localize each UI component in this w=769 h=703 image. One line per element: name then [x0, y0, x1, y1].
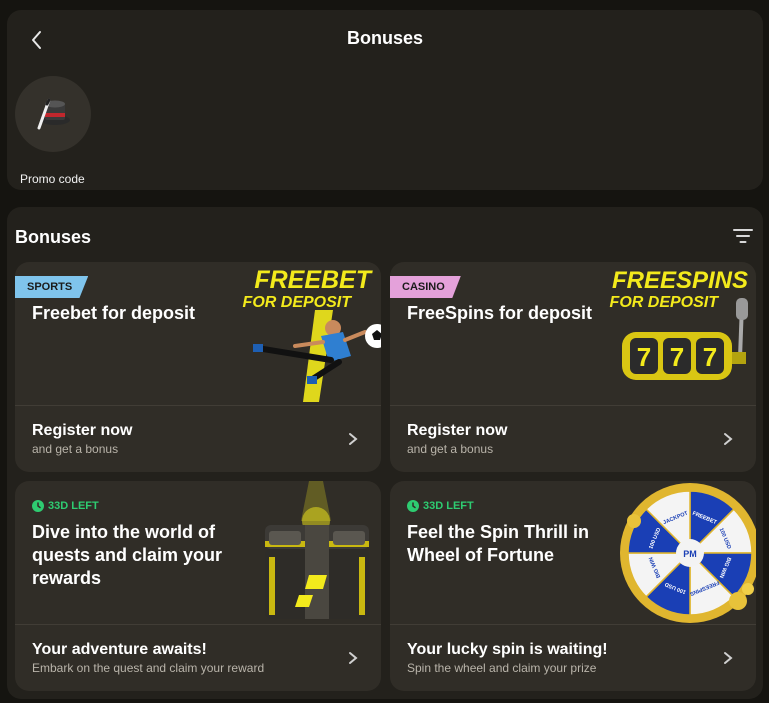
- svg-text:FOR DEPOSIT: FOR DEPOSIT: [243, 294, 353, 311]
- time-left-badge: 33D LEFT: [407, 500, 474, 512]
- cta-title: Your adventure awaits!: [32, 641, 207, 658]
- freespins-promo-art: FREESPINS FOR DEPOSIT 7 7 7: [610, 267, 748, 380]
- filter-icon: [733, 229, 753, 243]
- promo-code-label: Promo code: [20, 172, 85, 186]
- chevron-right-icon: [724, 433, 733, 445]
- category-badge-casino: CASINO: [390, 276, 461, 298]
- svg-text:PM: PM: [683, 549, 697, 559]
- svg-text:7: 7: [670, 342, 684, 372]
- clock-icon: [32, 500, 44, 512]
- freebet-promo-art: FREEBET FOR DEPOSIT: [243, 266, 381, 402]
- bonus-title: Freebet for deposit: [32, 303, 196, 323]
- section-title: Bonuses: [15, 227, 92, 247]
- promo-code-icon-circle: [15, 76, 91, 152]
- bonus-title-line-2: quests and claim your: [32, 545, 223, 565]
- svg-text:7: 7: [703, 342, 717, 372]
- cta-subtitle: Embark on the quest and claim your rewar…: [32, 661, 265, 675]
- bonus-card-wheel[interactable]: 33D LEFT Feel the Spin Thrill in Wheel o…: [390, 481, 756, 691]
- filter-button[interactable]: [733, 227, 753, 245]
- time-left-text: 33D LEFT: [48, 500, 99, 512]
- cta-subtitle: and get a bonus: [407, 442, 494, 456]
- cta-title: Register now: [407, 422, 508, 439]
- magic-hat-icon: [37, 98, 70, 130]
- category-badge-sports: SPORTS: [15, 276, 89, 298]
- chevron-right-icon: [349, 652, 358, 664]
- time-left-text: 33D LEFT: [423, 500, 474, 512]
- bonus-card-quest[interactable]: 33D LEFT Dive into the world of quests a…: [15, 481, 381, 691]
- svg-text:FREEBET: FREEBET: [254, 266, 373, 294]
- promo-code-button[interactable]: Promo code: [15, 76, 91, 186]
- bonuses-section: Bonuses SPORTS Freebet for deposit FREEB…: [7, 207, 763, 699]
- soccer-ball-icon: [365, 324, 381, 348]
- chevron-right-icon: [724, 652, 733, 664]
- bonus-title: FreeSpins for deposit: [407, 303, 593, 323]
- bonus-title-line-1: Dive into the world of: [32, 522, 215, 542]
- cta-title: Your lucky spin is waiting!: [407, 641, 608, 658]
- bonus-title-line-2: Wheel of Fortune: [407, 545, 554, 565]
- treasure-chest-illustration: [265, 481, 369, 619]
- bonus-title-line-3: rewards: [32, 568, 102, 588]
- svg-text:FREESPINS: FREESPINS: [612, 267, 748, 294]
- clock-icon: [407, 500, 419, 512]
- bonus-title-line-1: Feel the Spin Thrill in: [407, 522, 590, 542]
- header-panel: Bonuses Promo code: [7, 10, 763, 190]
- svg-text:7: 7: [637, 342, 651, 372]
- chevron-right-icon: [349, 433, 358, 445]
- svg-text:FOR DEPOSIT: FOR DEPOSIT: [610, 294, 720, 311]
- cta-subtitle: and get a bonus: [32, 442, 119, 456]
- fortune-wheel-illustration: FREEBET100 USDBIG WINFREESPINS100 USDBIG…: [620, 483, 756, 623]
- cta-subtitle: Spin the wheel and claim your prize: [407, 661, 597, 675]
- page-title: Bonuses: [346, 28, 424, 48]
- time-left-badge: 33D LEFT: [32, 500, 99, 512]
- bonus-card-freespins[interactable]: CASINO FreeSpins for deposit FREESPINS F…: [390, 262, 756, 472]
- bonus-card-freebet[interactable]: SPORTS Freebet for deposit FREEBET FOR D…: [15, 262, 381, 472]
- cta-title: Register now: [32, 422, 133, 439]
